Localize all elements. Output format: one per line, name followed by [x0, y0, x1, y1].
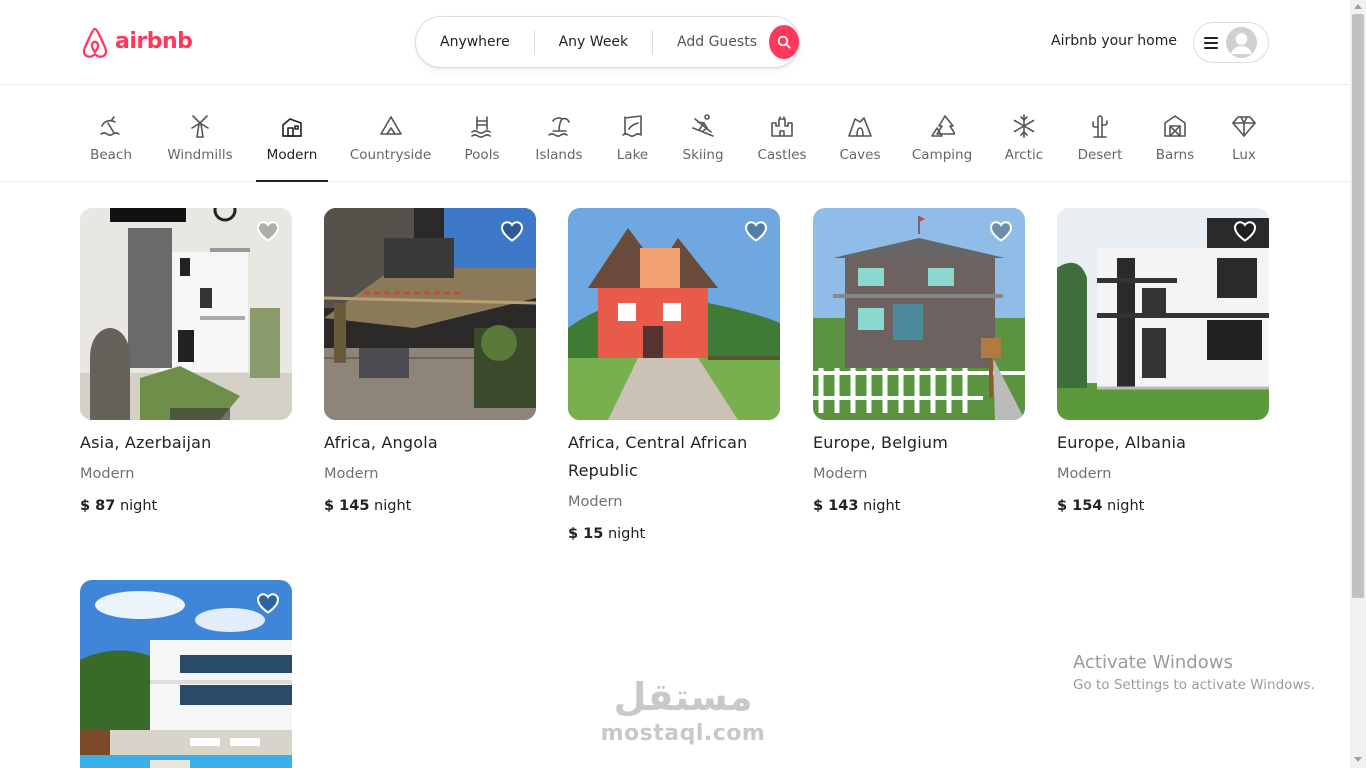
favorite-heart-icon[interactable] — [744, 220, 768, 242]
favorite-heart-icon[interactable] — [500, 220, 524, 242]
listing-title: Europe, Albania — [1057, 433, 1187, 452]
listing-price-value: $ 15 — [568, 526, 604, 542]
listing-title: Asia, Azerbaijan — [80, 433, 212, 452]
listing-photo[interactable] — [568, 208, 780, 420]
listing-price-value: $ 145 — [324, 498, 370, 514]
listing-card[interactable]: Europe, Albania Modern $ 154 night — [1057, 208, 1269, 517]
activate-windows-subtitle: Go to Settings to activate Windows. — [1073, 677, 1315, 693]
search-when[interactable]: Any Week — [535, 34, 653, 50]
category-pools[interactable]: Pools — [463, 85, 501, 182]
favorite-heart-icon[interactable] — [256, 220, 280, 242]
pool-icon — [471, 116, 491, 138]
listing-price-unit: night — [607, 526, 646, 542]
activate-windows-watermark: Activate Windows Go to Settings to activ… — [1073, 652, 1315, 696]
listing-photo[interactable] — [1057, 208, 1269, 420]
category-beach[interactable]: Beach — [90, 85, 132, 182]
listing-card[interactable]: Asia, Azerbaijan Modern $ 87 night — [80, 208, 292, 517]
category-castles[interactable]: Castles — [757, 85, 807, 182]
scroll-up-arrow-icon[interactable] — [1354, 4, 1362, 9]
category-windmills[interactable]: Windmills — [165, 85, 235, 182]
listing-title: Africa, Angola — [324, 433, 438, 452]
airbnb-logo-icon — [82, 27, 108, 58]
modern-house-icon — [282, 118, 302, 137]
listing-type: Modern — [80, 466, 135, 482]
listing-photo[interactable] — [324, 208, 536, 420]
listing-title: Africa, Central African Republic — [568, 433, 748, 480]
diamond-icon — [1232, 116, 1256, 137]
category-skiing[interactable]: Skiing — [683, 85, 724, 182]
category-bar: Beach Windmills Modern Countryside Pools… — [0, 85, 1350, 182]
listing-card[interactable]: Africa, Angola Modern $ 145 night — [324, 208, 536, 517]
category-countryside[interactable]: Countryside — [350, 85, 431, 182]
favorite-heart-icon[interactable] — [989, 220, 1013, 242]
castle-icon — [771, 116, 793, 137]
listing-price-value: $ 143 — [813, 498, 859, 514]
listing-card[interactable]: Europe, Belgium Modern $ 143 night — [813, 208, 1025, 517]
category-islands[interactable]: Islands — [535, 85, 583, 182]
barn-icon — [1164, 115, 1186, 137]
activate-windows-title: Activate Windows — [1073, 652, 1233, 673]
favorite-heart-icon[interactable] — [1233, 220, 1257, 242]
windmill-icon — [191, 115, 209, 138]
category-lake[interactable]: Lake — [616, 85, 649, 182]
snowflake-icon — [1013, 114, 1035, 138]
search-where[interactable]: Anywhere — [416, 34, 534, 50]
listing-price-unit: night — [374, 498, 412, 514]
listing-price: $ 154 night — [1057, 495, 1269, 517]
page-scrollbar[interactable] — [1350, 0, 1366, 768]
listing-price-unit: night — [119, 498, 158, 514]
category-modern[interactable]: Modern — [256, 85, 328, 182]
listing-photo[interactable] — [80, 208, 292, 420]
listing-type: Modern — [1057, 466, 1112, 482]
camping-icon — [931, 115, 955, 137]
host-link[interactable]: Airbnb your home — [1051, 33, 1177, 49]
listing-photo[interactable] — [80, 580, 292, 768]
search-bar[interactable]: Anywhere Any Week Add Guests — [415, 16, 800, 68]
category-arctic[interactable]: Arctic — [1004, 85, 1044, 182]
listing-type: Modern — [568, 494, 623, 510]
listing-price-unit: night — [863, 498, 901, 514]
top-header: airbnb Anywhere Any Week Add Guests Airb… — [0, 0, 1350, 85]
listing-price-value: $ 154 — [1057, 498, 1103, 514]
listing-card[interactable] — [80, 580, 292, 768]
listing-price: $ 143 night — [813, 495, 1025, 517]
island-icon — [548, 117, 570, 137]
listing-price: $ 15 night — [568, 523, 780, 545]
skiing-icon — [692, 114, 714, 137]
category-desert[interactable]: Desert — [1078, 85, 1122, 182]
mostaql-watermark-latin: mostaql.com — [600, 721, 766, 746]
lake-icon — [621, 115, 642, 137]
listing-price-unit: night — [1107, 498, 1145, 514]
search-icon — [777, 35, 791, 49]
scroll-down-arrow-icon[interactable] — [1354, 757, 1362, 762]
cactus-icon — [1092, 115, 1108, 138]
beach-icon — [100, 116, 120, 136]
listing-price: $ 145 night — [324, 495, 536, 517]
category-lux[interactable]: Lux — [1228, 85, 1260, 182]
listing-type: Modern — [324, 466, 379, 482]
listing-price: $ 87 night — [80, 495, 292, 517]
category-caves[interactable]: Caves — [839, 85, 881, 182]
airbnb-logo[interactable]: airbnb — [80, 25, 193, 58]
mostaql-watermark-arabic: مستقل — [613, 675, 753, 719]
hamburger-icon — [1204, 36, 1218, 49]
listing-price-value: $ 87 — [80, 498, 116, 514]
listing-type: Modern — [813, 466, 868, 482]
listing-photo[interactable] — [813, 208, 1025, 420]
brand-name: airbnb — [115, 29, 193, 54]
cave-icon — [848, 117, 872, 137]
mostaql-watermark: مستقل mostaql.com — [598, 672, 768, 746]
scrollbar-thumb[interactable] — [1352, 14, 1364, 598]
category-camping[interactable]: Camping — [912, 85, 972, 182]
listing-title: Europe, Belgium — [813, 433, 949, 452]
listing-card[interactable]: Africa, Central African Republic Modern … — [568, 208, 780, 545]
mountain-icon — [379, 116, 402, 135]
search-button[interactable] — [769, 25, 799, 59]
search-guests[interactable]: Add Guests — [653, 34, 769, 50]
category-barns[interactable]: Barns — [1155, 85, 1195, 182]
favorite-heart-icon[interactable] — [256, 592, 280, 614]
user-menu-button[interactable] — [1193, 22, 1269, 63]
user-avatar-icon — [1226, 27, 1257, 58]
